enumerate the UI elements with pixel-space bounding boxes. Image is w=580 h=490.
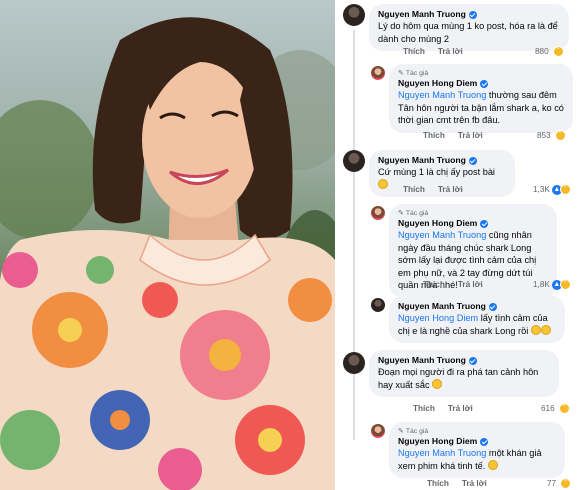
commenter-name[interactable]: Nguyen Manh Truong [378, 355, 550, 366]
avatar[interactable] [371, 66, 385, 80]
like-button[interactable]: Thích [403, 47, 425, 56]
like-button[interactable]: Thích [413, 404, 435, 413]
like-button[interactable]: Thích [423, 131, 445, 140]
comment-actions: Thích Trả lời [413, 404, 473, 413]
reply-button[interactable]: Trả lời [438, 47, 463, 56]
mention-link[interactable]: Nguyen Manh Truong [398, 448, 486, 458]
avatar[interactable] [343, 4, 365, 26]
reply-bubble: ✎ Tác giả Nguyen Hong Diem Nguyen Manh Tr… [389, 64, 573, 133]
reply-button[interactable]: Trả lời [438, 185, 463, 194]
avatar[interactable] [371, 424, 385, 438]
smile-emoji-icon [487, 459, 498, 470]
like-button[interactable]: Thích [403, 185, 425, 194]
haha-reaction-icon: ˘ [559, 184, 571, 195]
smile-emoji-icon [432, 378, 443, 389]
commenter-name[interactable]: Nguyen Manh Truong [398, 301, 556, 312]
reaction-count[interactable]: 1,3K ▲ ˘ [533, 184, 571, 195]
comment-bubble: Nguyen Manh Truong Lý do hôm qua mùng 1 … [369, 4, 569, 52]
verified-badge-icon [488, 302, 497, 311]
reaction-count-value: 1,8K [533, 280, 550, 289]
verified-badge-icon [480, 437, 489, 446]
author-tag: ✎ Tác giả [398, 428, 429, 435]
author-tag: ✎ Tác giả [398, 210, 429, 217]
mention-link[interactable]: Nguyen Manh Truong [398, 90, 486, 100]
commenter-name[interactable]: Nguyen Hong Diem [398, 218, 548, 229]
mention-link[interactable]: Nguyen Manh Truong [398, 230, 486, 240]
reply-bubble: Nguyen Manh Truong Nguyen Hong Diem lấy … [389, 296, 565, 344]
commenter-name[interactable]: Nguyen Hong Diem [398, 78, 564, 89]
smile-emoji-icon [540, 324, 551, 335]
author-tag: ✎ Tác giả [398, 70, 429, 77]
avatar[interactable] [371, 298, 385, 312]
reaction-count-value: 616 [541, 404, 555, 413]
comment-text: Lý do hôm qua mùng 1 ko post, hóa ra là … [378, 21, 558, 44]
comment-text: Nguyen Manh Truong một khán giả xem phim… [398, 448, 542, 471]
verified-badge-icon [468, 10, 477, 19]
commenter-name[interactable]: Nguyen Manh Truong [378, 155, 506, 166]
reply-button[interactable]: Trả lời [448, 404, 473, 413]
reaction-count-value: 880 [535, 47, 549, 56]
pen-icon: ✎ [398, 210, 404, 217]
verified-badge-icon [480, 79, 489, 88]
reply-button[interactable]: Trả lời [462, 479, 487, 488]
photo-woman-portrait [0, 0, 335, 490]
portrait-illustration [0, 17, 335, 490]
comment-actions: Thích Trả lời [427, 479, 487, 488]
reaction-count[interactable]: 616 ˘ [541, 403, 570, 414]
reaction-count-value: 77 [547, 479, 557, 488]
mention-link[interactable]: Nguyen Hong Diem [398, 313, 478, 323]
pen-icon: ✎ [398, 428, 404, 435]
comment-actions: Thích Trả lời [423, 280, 483, 289]
pen-icon: ✎ [398, 70, 404, 77]
haha-reaction-icon: ˘ [560, 478, 572, 489]
reaction-count[interactable]: 77 ˘ [547, 478, 572, 489]
reaction-count-value: 853 [537, 131, 551, 140]
comments-panel: Nguyen Manh Truong Lý do hôm qua mùng 1 … [335, 0, 580, 490]
like-button[interactable]: Thích [427, 479, 449, 488]
commenter-name[interactable]: Nguyen Manh Truong [378, 9, 560, 20]
comment-actions: Thích Trả lời [403, 185, 463, 194]
reaction-count[interactable]: 1,8K ▲ ˘ [533, 279, 571, 290]
comment-actions: Thích Trả lời [423, 131, 483, 140]
reply-bubble: ✎ Tác giả Nguyen Hong Diem Nguyen Manh Tr… [389, 422, 565, 479]
reaction-count-value: 1,3K [533, 185, 550, 194]
comment-bubble: Nguyen Manh Truong Đoạn mọi người đi ra … [369, 350, 559, 398]
verified-badge-icon [468, 356, 477, 365]
avatar[interactable] [371, 206, 385, 220]
reply-button[interactable]: Trả lời [458, 280, 483, 289]
smile-emoji-icon [530, 324, 541, 335]
comment-actions: Thích Trả lời [403, 47, 463, 56]
commenter-name[interactable]: Nguyen Hong Diem [398, 436, 556, 447]
haha-reaction-icon: ˘ [552, 46, 564, 57]
verified-badge-icon [480, 219, 489, 228]
haha-reaction-icon: ˘ [554, 130, 566, 141]
verified-badge-icon [468, 156, 477, 165]
comment-text: Đoạn mọi người đi ra phá tan cảnh hôn ha… [378, 367, 539, 390]
avatar[interactable] [343, 150, 365, 172]
like-button[interactable]: Thích [423, 280, 445, 289]
comment-text: Nguyen Hong Diem lấy tình cảm của chị e … [398, 312, 556, 337]
reaction-count[interactable]: 853 ˘ [537, 130, 566, 141]
avatar[interactable] [343, 352, 365, 374]
reply-button[interactable]: Trả lời [458, 131, 483, 140]
haha-reaction-icon: ˘ [558, 403, 570, 414]
smile-emoji-icon [378, 178, 388, 189]
haha-reaction-icon: ˘ [559, 279, 571, 290]
thread-line [353, 30, 355, 440]
comment-text: Nguyen Manh Truong thường sau đêm Tân hô… [398, 90, 564, 126]
reaction-count[interactable]: 880 ˘ [535, 46, 564, 57]
